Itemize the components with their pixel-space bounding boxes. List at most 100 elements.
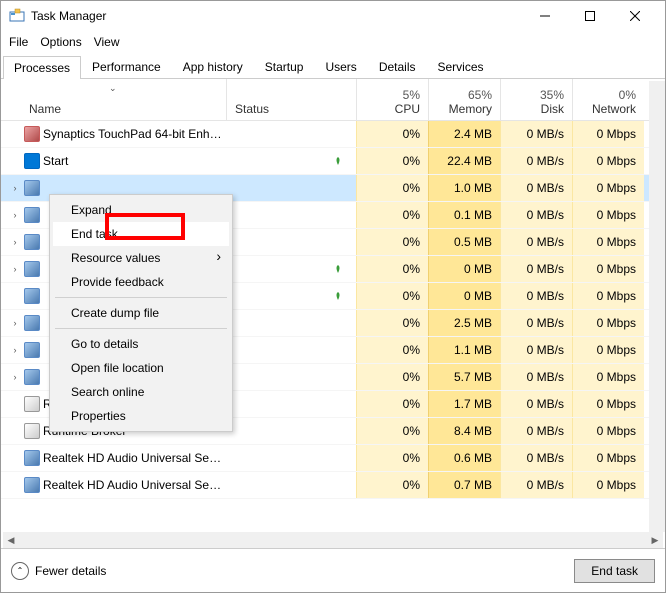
sort-indicator-icon: ⌄ <box>109 83 117 94</box>
expand-icon[interactable]: › <box>9 237 21 247</box>
memory-cell: 5.7 MB <box>428 364 500 390</box>
vertical-scrollbar[interactable] <box>649 81 665 532</box>
context-search-online[interactable]: Search online <box>53 380 229 404</box>
context-go-to-details[interactable]: Go to details <box>53 332 229 356</box>
memory-cell: 22.4 MB <box>428 148 500 174</box>
scroll-left-icon[interactable]: ◀ <box>5 534 17 546</box>
disk-cell: 0 MB/s <box>500 391 572 417</box>
process-icon <box>24 315 40 331</box>
process-icon <box>24 180 40 196</box>
expand-icon[interactable]: › <box>9 210 21 220</box>
column-name[interactable]: ⌄ Name <box>1 79 226 120</box>
chevron-up-icon: ⌃ <box>11 562 29 580</box>
cpu-cell: 0% <box>356 310 428 336</box>
menu-options[interactable]: Options <box>40 35 81 49</box>
disk-cell: 0 MB/s <box>500 472 572 498</box>
cpu-cell: 0% <box>356 121 428 147</box>
network-cell: 0 Mbps <box>572 391 644 417</box>
memory-cell: 0.7 MB <box>428 472 500 498</box>
memory-cell: 0.6 MB <box>428 445 500 471</box>
network-cell: 0 Mbps <box>572 175 644 201</box>
process-row[interactable]: ›Synaptics TouchPad 64-bit Enha...0%2.4 … <box>1 121 665 148</box>
context-provide-feedback[interactable]: Provide feedback <box>53 270 229 294</box>
tab-processes[interactable]: Processes <box>3 56 81 79</box>
menu-view[interactable]: View <box>94 35 120 49</box>
context-properties[interactable]: Properties <box>53 404 229 428</box>
tab-services[interactable]: Services <box>427 55 495 78</box>
cpu-cell: 0% <box>356 256 428 282</box>
scroll-right-icon[interactable]: ▶ <box>649 534 661 546</box>
context-open-location[interactable]: Open file location <box>53 356 229 380</box>
window-title: Task Manager <box>31 9 522 23</box>
process-icon <box>24 450 40 466</box>
memory-cell: 0.5 MB <box>428 229 500 255</box>
column-status[interactable]: Status <box>226 79 356 120</box>
process-icon <box>24 396 40 412</box>
cpu-cell: 0% <box>356 148 428 174</box>
status-cell <box>226 292 356 300</box>
column-cpu[interactable]: 5%CPU <box>356 79 428 120</box>
disk-cell: 0 MB/s <box>500 418 572 444</box>
expand-icon[interactable]: › <box>9 183 21 193</box>
tab-startup[interactable]: Startup <box>254 55 315 78</box>
memory-cell: 1.0 MB <box>428 175 500 201</box>
column-network[interactable]: 0%Network <box>572 79 644 120</box>
expand-icon[interactable]: › <box>9 345 21 355</box>
tab-users[interactable]: Users <box>314 55 367 78</box>
column-memory[interactable]: 65%Memory <box>428 79 500 120</box>
memory-cell: 2.4 MB <box>428 121 500 147</box>
process-icon <box>24 261 40 277</box>
context-end-task[interactable]: End task <box>53 222 229 246</box>
status-cell <box>226 157 356 165</box>
memory-cell: 8.4 MB <box>428 418 500 444</box>
disk-cell: 0 MB/s <box>500 256 572 282</box>
close-button[interactable] <box>612 1 657 31</box>
horizontal-scrollbar[interactable]: ◀ ▶ <box>3 532 663 548</box>
cpu-cell: 0% <box>356 364 428 390</box>
context-resource-values[interactable]: Resource values <box>53 246 229 270</box>
disk-cell: 0 MB/s <box>500 283 572 309</box>
menu-file[interactable]: File <box>9 35 28 49</box>
fewer-details-button[interactable]: ⌃ Fewer details <box>11 562 106 580</box>
network-cell: 0 Mbps <box>572 337 644 363</box>
tab-details[interactable]: Details <box>368 55 427 78</box>
process-row[interactable]: ›Start0%22.4 MB0 MB/s0 Mbps <box>1 148 665 175</box>
process-icon <box>24 288 40 304</box>
process-row[interactable]: ›Realtek HD Audio Universal Serv...0%0.6… <box>1 445 665 472</box>
maximize-button[interactable] <box>567 1 612 31</box>
cpu-cell: 0% <box>356 337 428 363</box>
tab-app-history[interactable]: App history <box>172 55 254 78</box>
minimize-button[interactable] <box>522 1 567 31</box>
tabs: Processes Performance App history Startu… <box>1 53 665 79</box>
memory-cell: 0 MB <box>428 283 500 309</box>
cpu-cell: 0% <box>356 283 428 309</box>
disk-cell: 0 MB/s <box>500 337 572 363</box>
process-name: Realtek HD Audio Universal Serv... <box>43 451 222 465</box>
context-menu: Expand End task Resource values Provide … <box>49 194 233 432</box>
network-cell: 0 Mbps <box>572 121 644 147</box>
column-headers: ⌄ Name Status 5%CPU 65%Memory 35%Disk 0%… <box>1 79 665 121</box>
column-disk[interactable]: 35%Disk <box>500 79 572 120</box>
expand-icon[interactable]: › <box>9 318 21 328</box>
process-icon <box>24 369 40 385</box>
memory-cell: 2.5 MB <box>428 310 500 336</box>
cpu-cell: 0% <box>356 175 428 201</box>
memory-cell: 1.7 MB <box>428 391 500 417</box>
network-cell: 0 Mbps <box>572 472 644 498</box>
network-cell: 0 Mbps <box>572 202 644 228</box>
cpu-cell: 0% <box>356 391 428 417</box>
network-cell: 0 Mbps <box>572 445 644 471</box>
end-task-button[interactable]: End task <box>574 559 655 583</box>
status-leaf-icon <box>334 157 342 165</box>
disk-cell: 0 MB/s <box>500 175 572 201</box>
expand-icon[interactable]: › <box>9 264 21 274</box>
expand-icon[interactable]: › <box>9 372 21 382</box>
status-cell <box>226 265 356 273</box>
tab-performance[interactable]: Performance <box>81 55 172 78</box>
menubar: File Options View <box>1 31 665 53</box>
context-create-dump[interactable]: Create dump file <box>53 301 229 325</box>
process-row[interactable]: ›Realtek HD Audio Universal Serv...0%0.7… <box>1 472 665 499</box>
network-cell: 0 Mbps <box>572 283 644 309</box>
context-expand[interactable]: Expand <box>53 198 229 222</box>
network-cell: 0 Mbps <box>572 256 644 282</box>
